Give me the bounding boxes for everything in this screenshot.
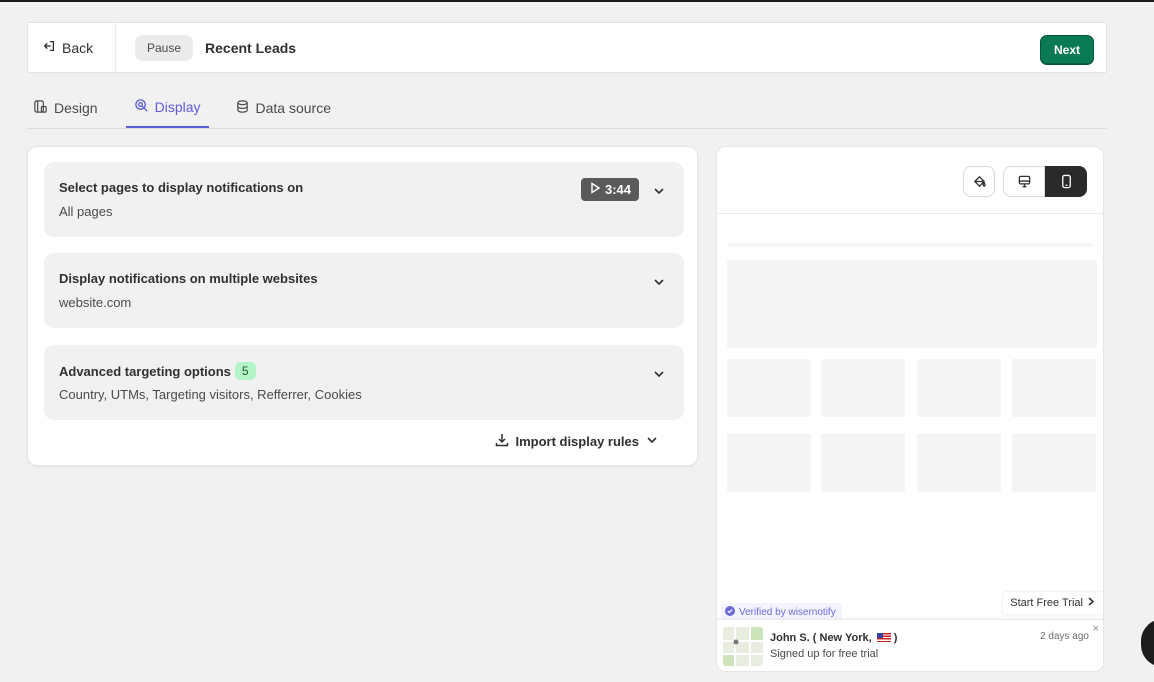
- tab-design-label: Design: [54, 100, 98, 116]
- section-title: Select pages to display notifications on: [59, 180, 304, 195]
- placeholder-card: [821, 434, 905, 492]
- verified-label: Verified by wisernotify: [739, 607, 836, 618]
- placeholder-line: [727, 243, 1093, 247]
- chevron-down-icon[interactable]: [652, 184, 666, 198]
- window-top-border: [0, 0, 1154, 2]
- chevron-down-icon[interactable]: [652, 275, 666, 289]
- placeholder-card: [821, 359, 905, 417]
- chevron-down-icon[interactable]: [652, 367, 666, 381]
- section-subtitle: website.com: [59, 295, 132, 310]
- start-free-trial-button[interactable]: Start Free Trial: [1003, 592, 1103, 614]
- placeholder-card: [727, 434, 811, 492]
- notification-name-suffix: ): [893, 632, 898, 644]
- chevron-right-icon: [1087, 597, 1095, 609]
- notification-preview: John S. ( New York, ) Signed up for free…: [717, 619, 1103, 671]
- section-subtitle: Country, UTMs, Targeting visitors, Reffe…: [59, 387, 362, 402]
- placeholder-hero: [727, 260, 1097, 348]
- targeting-count-badge: 5: [234, 362, 256, 380]
- mobile-icon: [1061, 174, 1071, 189]
- paint-icon: [973, 175, 986, 188]
- header-bar: Back Pause Recent Leads Next: [27, 22, 1107, 73]
- display-icon: [134, 98, 149, 116]
- import-rules-label: Import display rules: [515, 434, 639, 449]
- paint-bucket-button[interactable]: [963, 166, 995, 197]
- tab-data-source-label: Data source: [255, 100, 331, 116]
- select-pages-section[interactable]: Select pages to display notifications on…: [44, 162, 684, 237]
- video-duration: 3:44: [605, 182, 632, 197]
- section-title: Display notifications on multiple websit…: [59, 271, 318, 286]
- mobile-view-button[interactable]: [1045, 166, 1087, 197]
- section-subtitle: All pages: [59, 204, 113, 219]
- next-button[interactable]: Next: [1039, 35, 1094, 65]
- notification-name: John S. ( New York, ): [770, 632, 897, 644]
- preview-toolbar: [717, 147, 1103, 214]
- placeholder-card: [917, 359, 1001, 417]
- section-title: Advanced targeting options: [59, 364, 231, 379]
- placeholder-card: [727, 359, 811, 417]
- tab-bar: Design Display Data source: [27, 88, 1107, 129]
- cta-label: Start Free Trial: [1010, 597, 1083, 609]
- back-button[interactable]: Back: [28, 23, 116, 72]
- advanced-targeting-section[interactable]: Advanced targeting options 5 Country, UTM…: [44, 345, 684, 420]
- back-label: Back: [62, 39, 94, 56]
- desktop-view-button[interactable]: [1003, 166, 1045, 197]
- design-icon: [33, 99, 48, 117]
- database-icon: [235, 99, 250, 117]
- play-icon: [589, 182, 601, 197]
- close-icon[interactable]: ×: [1093, 623, 1099, 635]
- display-settings-panel: Select pages to display notifications on…: [27, 146, 698, 466]
- back-arrow-icon: [42, 39, 56, 56]
- us-flag-icon: [876, 633, 891, 642]
- tab-data-source[interactable]: Data source: [227, 88, 339, 128]
- chevron-down-icon: [645, 433, 659, 450]
- placeholder-card: [1012, 434, 1096, 492]
- download-icon: [495, 433, 509, 450]
- notification-action: Signed up for free trial: [770, 648, 879, 660]
- check-badge-icon: [725, 606, 735, 619]
- desktop-icon: [1018, 175, 1030, 188]
- tab-display[interactable]: Display: [125, 88, 209, 128]
- preview-panel: Start Free Trial Verified by wisernotify…: [716, 146, 1104, 672]
- import-display-rules-button[interactable]: Import display rules: [495, 433, 659, 450]
- multiple-websites-section[interactable]: Display notifications on multiple websit…: [44, 253, 684, 328]
- chat-widget-button[interactable]: [1141, 619, 1154, 667]
- page-title: Recent Leads: [205, 39, 297, 56]
- section-title-row: Advanced targeting options 5: [59, 362, 256, 381]
- video-tutorial-badge[interactable]: 3:44: [581, 178, 640, 201]
- notification-name-text: John S. ( New York,: [770, 632, 872, 644]
- tab-design[interactable]: Design: [27, 88, 106, 128]
- placeholder-card: [917, 434, 1001, 492]
- notification-time: 2 days ago: [1040, 631, 1089, 642]
- map-thumbnail-icon: [723, 627, 763, 666]
- tab-display-label: Display: [154, 99, 201, 115]
- pause-button[interactable]: Pause: [135, 34, 194, 61]
- placeholder-card: [1012, 359, 1096, 417]
